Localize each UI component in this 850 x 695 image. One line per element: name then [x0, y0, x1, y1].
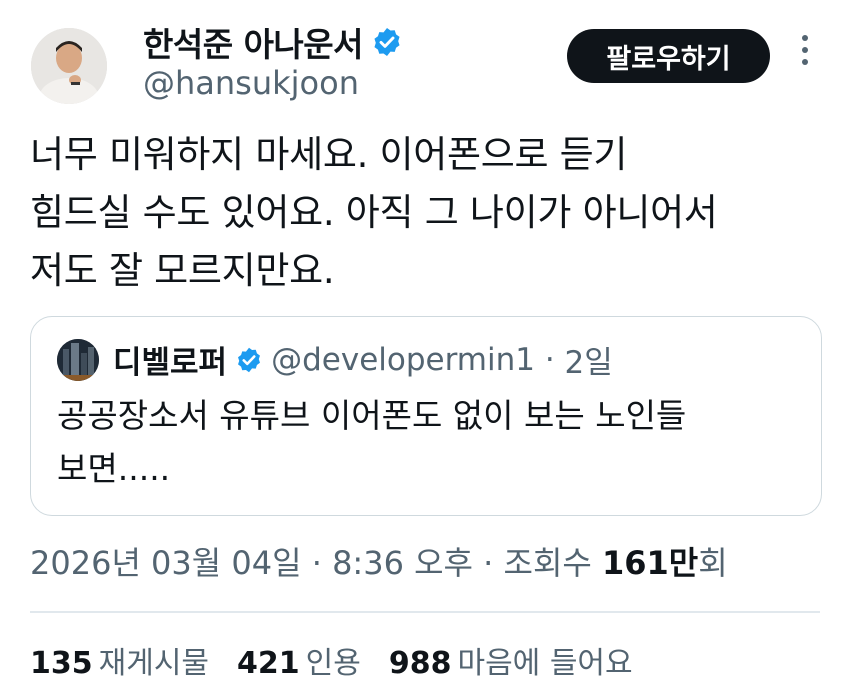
reposts-stat[interactable]: 135 재게시물 [30, 638, 209, 682]
follow-button[interactable]: 팔로우하기 [567, 29, 770, 83]
tweet-text: 너무 미워하지 마세요. 이어폰으로 듣기 힘드실 수도 있어요. 아직 그 나… [30, 126, 830, 300]
quoted-text: 공공장소서 유튜브 이어폰도 없이 보는 노인들 보면..... [57, 389, 686, 495]
quotes-count: 421 [237, 646, 300, 681]
divider [30, 611, 820, 613]
likes-stat[interactable]: 988 마음에 들어요 [389, 638, 633, 682]
quoted-text-line: 보면..... [57, 449, 171, 488]
author-handle[interactable]: @hansukjoon [143, 64, 359, 102]
more-vertical-icon[interactable] [797, 35, 813, 71]
likes-count: 988 [388, 646, 452, 681]
tweet-text-line: 너무 미워하지 마세요. 이어폰으로 듣기 [30, 133, 628, 176]
likes-label: 마음에 들어요 [457, 646, 633, 681]
quotes-stat[interactable]: 421 인용 [237, 638, 361, 682]
author-name[interactable]: 한석준 아나운서 [143, 18, 364, 66]
quoted-separator: · [534, 341, 565, 378]
quoted-tweet-card[interactable]: 디벨로퍼 @developermin1 · 2일 공공장소서 유튜브 이어폰도 … [30, 316, 822, 516]
tweet-text-line: 저도 잘 모르지만요. [30, 249, 335, 292]
views-suffix: 회 [698, 544, 728, 582]
meta-separator: · [472, 544, 504, 582]
tweet-meta: 2026년 03월 04일 · 8:36 오후 · 조회수 161만회 [30, 538, 728, 584]
reposts-label: 재게시물 [98, 646, 210, 681]
tweet-text-line: 힘드실 수도 있어요. 아직 그 나이가 아니어서 [30, 191, 718, 234]
tweet-date[interactable]: 2026년 03월 04일 [30, 544, 302, 582]
quoted-author-handle: @developermin1 [271, 341, 535, 378]
meta-separator: · [301, 544, 333, 582]
verified-badge-icon [235, 346, 263, 374]
engagement-stats: 135 재게시물 421 인용 988 마음에 들어요 [30, 638, 661, 682]
reposts-count: 135 [30, 646, 93, 681]
quoted-time: 2일 [564, 345, 613, 381]
author-avatar[interactable] [31, 28, 107, 104]
views-unit: 만 [668, 544, 699, 582]
quoted-author-name: 디벨로퍼 [113, 345, 228, 381]
quoted-header: 디벨로퍼 @developermin1 · 2일 [113, 337, 613, 382]
verified-badge-icon [371, 26, 403, 58]
quotes-label: 인용 [305, 646, 361, 681]
tweet-time[interactable]: 8:36 오후 [332, 544, 473, 582]
views-label: 조회수 [503, 544, 602, 582]
author-name-row: 한석준 아나운서 [143, 18, 403, 66]
quoted-author-avatar [57, 339, 99, 381]
views-number: 161 [602, 544, 669, 582]
quoted-text-line: 공공장소서 유튜브 이어폰도 없이 보는 노인들 [57, 396, 687, 435]
